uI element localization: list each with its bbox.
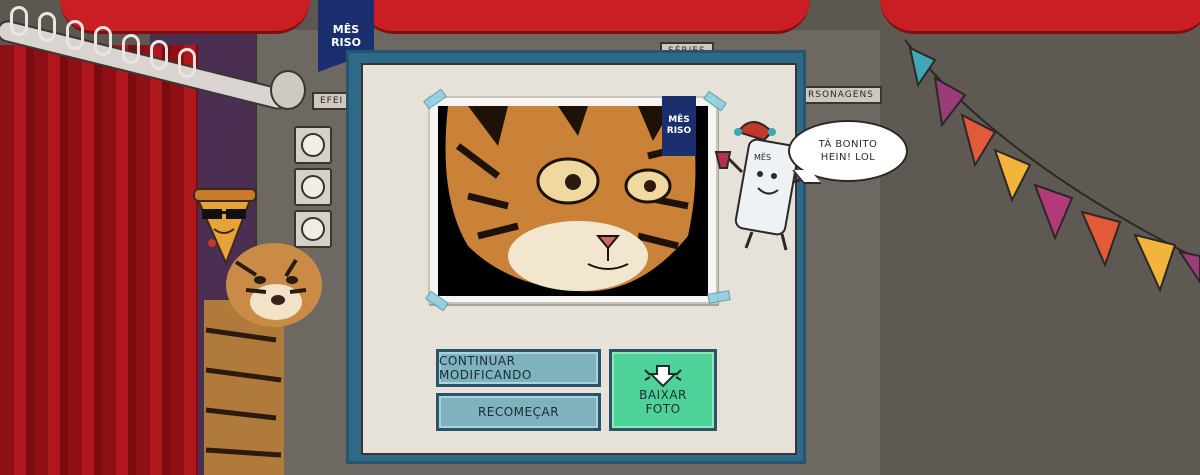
curtain-ring [66,20,84,50]
tiger-costume-icon [204,243,322,475]
photo-watermark-logo: MÊS RISO [662,96,696,156]
curtain-ring [178,48,196,78]
face-icon [301,175,325,199]
continue-editing-button[interactable]: CONTINUAR MODIFICANDO [436,349,601,387]
characters-sign: RSONAGENS [800,86,882,104]
curtain-ring [150,40,168,70]
face-tile-1 [294,126,332,164]
face-tile-2 [294,168,332,206]
curtain-ring [94,26,112,56]
right-wall [880,0,1200,475]
curtain-ring [10,6,28,36]
restart-label: RECOMEÇAR [477,405,560,419]
top-curtain-center [360,0,810,34]
photo-brand-line-1: MÊS [668,115,690,125]
speech-bubble-text: TÁ BONITO HEIN! LOL [818,139,878,163]
download-label-line-1: BAIXAR [639,388,687,402]
face-icon [301,217,325,241]
left-curtain [0,45,198,475]
download-arrow-icon [644,365,682,388]
curtain-ring [38,12,56,42]
download-photo-button[interactable]: BAIXAR FOTO [609,349,717,431]
svg-text:MÊS: MÊS [754,151,771,162]
curtain-rod-end [270,70,306,110]
brand-line-1: MÊS [332,23,360,36]
photo-brand-line-2: RISO [666,126,692,136]
face-icon [301,133,325,157]
restart-button[interactable]: RECOMEÇAR [436,393,601,431]
curtain-ring [122,34,140,64]
continue-editing-label: CONTINUAR MODIFICANDO [439,354,532,382]
brand-line-2: RISO [331,36,361,49]
download-label-line-2: FOTO [645,402,681,416]
top-curtain-right [880,0,1200,34]
